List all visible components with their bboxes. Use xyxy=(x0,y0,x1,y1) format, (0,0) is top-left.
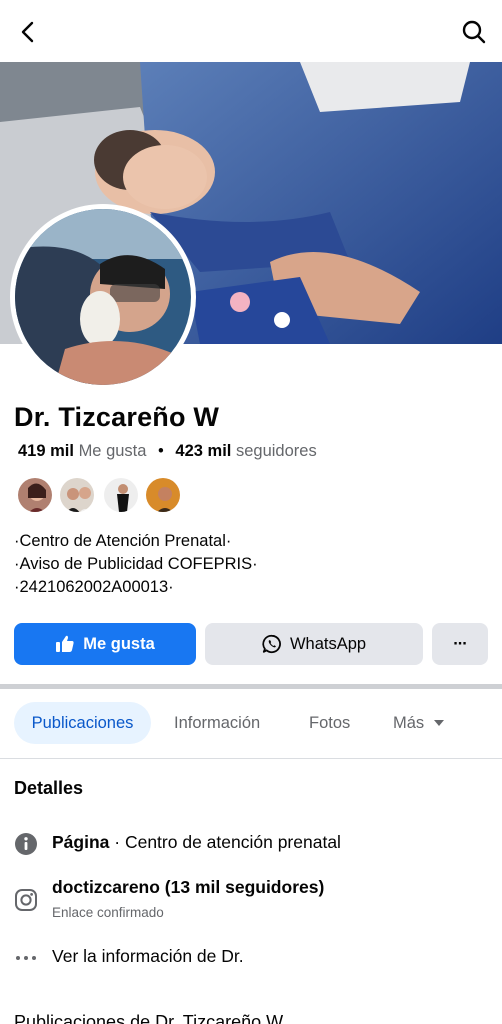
tab-info[interactable]: Información xyxy=(174,702,260,744)
instagram-handle[interactable]: doctizcareno (13 mil seguidores) xyxy=(52,877,324,898)
instagram-subtext: Enlace confirmado xyxy=(52,905,164,920)
whatsapp-button[interactable]: WhatsApp xyxy=(205,623,423,665)
caret-down-icon xyxy=(434,720,445,726)
thumbs-up-icon xyxy=(55,634,75,654)
avatar-photo xyxy=(15,209,191,385)
info-icon xyxy=(14,832,38,856)
whatsapp-button-label: WhatsApp xyxy=(289,634,367,653)
separator-dot: • xyxy=(158,442,164,460)
friend-avatar[interactable] xyxy=(58,476,96,514)
detail-row-page-type: Página · Centro de atención prenatal xyxy=(14,830,494,858)
tab-posts[interactable]: Publicaciones xyxy=(14,702,151,744)
page-type-value: · Centro de atención prenatal xyxy=(114,832,341,852)
top-bar xyxy=(0,0,502,62)
profile-avatar[interactable] xyxy=(10,204,196,390)
profile-tabs: Publicaciones Información Fotos Más xyxy=(0,702,502,746)
likes-label: Me gusta xyxy=(78,442,147,460)
posts-section-title: Publicaciones de Dr. Tizcareño W xyxy=(14,1012,284,1024)
page-type-label: Página xyxy=(52,832,110,852)
details-title: Detalles xyxy=(14,778,84,798)
ellipsis-icon: ··· xyxy=(453,634,468,653)
tab-more-label: Más xyxy=(393,714,425,732)
search-button[interactable] xyxy=(460,18,488,46)
bio-line: ·2421062002A00013· xyxy=(14,578,174,596)
back-button[interactable] xyxy=(14,18,42,46)
followers-count: 423 mil xyxy=(175,442,232,460)
friend-avatar[interactable] xyxy=(144,476,182,514)
friend-avatar[interactable] xyxy=(102,476,140,514)
search-icon xyxy=(462,20,486,44)
section-divider xyxy=(0,684,502,689)
more-options-button[interactable]: ··· xyxy=(432,623,488,665)
see-info-link[interactable]: Ver la información de Dr. xyxy=(52,946,244,967)
followers-label: seguidores xyxy=(235,442,317,460)
tab-photos[interactable]: Fotos xyxy=(309,702,350,744)
detail-row-see-info[interactable]: Ver la información de Dr. xyxy=(14,944,494,972)
page-stats: 419 mil Me gusta • 423 mil seguidores xyxy=(18,442,317,461)
whatsapp-icon xyxy=(262,634,282,654)
detail-row-instagram[interactable]: doctizcareno (13 mil seguidores) Enlace … xyxy=(14,876,494,924)
like-button-label: Me gusta xyxy=(83,634,155,653)
likes-count: 419 mil xyxy=(18,442,74,460)
tab-more[interactable]: Más xyxy=(393,702,446,744)
ellipsis-icon xyxy=(14,946,38,970)
page-bio: ·Centro de Atención Prenatal· ·Aviso de … xyxy=(14,530,258,599)
bio-line: ·Aviso de Publicidad COFEPRIS· xyxy=(14,555,258,573)
instagram-icon xyxy=(14,888,38,912)
chevron-left-icon xyxy=(21,21,34,43)
bio-line: ·Centro de Atención Prenatal· xyxy=(14,532,232,550)
tabs-divider xyxy=(0,758,502,759)
page-title: Dr. Tizcareño W xyxy=(14,402,220,432)
friend-avatar[interactable] xyxy=(16,476,54,514)
like-button[interactable]: Me gusta xyxy=(14,623,196,665)
